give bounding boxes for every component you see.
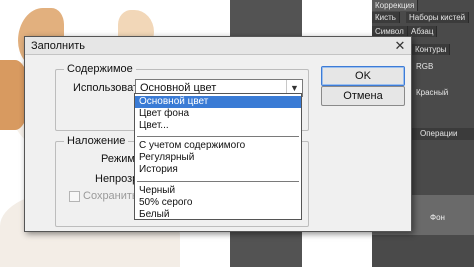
contents-legend: Содержимое	[64, 63, 136, 75]
dropdown-separator	[137, 136, 299, 137]
option-foreground-color[interactable]: Основной цвет	[135, 96, 301, 108]
option-white[interactable]: Белый	[135, 209, 301, 221]
tab-actions[interactable]: Операции	[420, 128, 457, 140]
close-icon[interactable]: ✕	[392, 38, 408, 54]
tab-paragraph[interactable]: Абзац	[408, 26, 438, 37]
option-background-color[interactable]: Цвет фона	[135, 108, 301, 120]
channel-rgb-label[interactable]: RGB	[416, 62, 474, 71]
dialog-title: Заполнить	[31, 40, 86, 52]
option-content-aware[interactable]: С учетом содержимого	[135, 140, 301, 152]
preserve-transparency-checkbox[interactable]	[69, 191, 80, 202]
option-50-gray[interactable]: 50% серого	[135, 197, 301, 209]
option-history[interactable]: История	[135, 164, 301, 176]
tab-adjustments[interactable]: Коррекция	[372, 0, 419, 11]
option-black[interactable]: Черный	[135, 185, 301, 197]
tab-brush[interactable]: Кисть	[372, 12, 400, 23]
use-dropdown-list: Основной цвет Цвет фона Цвет... С учетом…	[134, 93, 302, 220]
tab-paths[interactable]: Контуры	[412, 44, 451, 55]
option-pattern[interactable]: Регулярный	[135, 152, 301, 164]
mode-label: Режим:	[101, 153, 138, 165]
option-color[interactable]: Цвет...	[135, 120, 301, 132]
ok-button[interactable]: OK	[321, 66, 405, 86]
blending-legend: Наложение	[64, 135, 129, 147]
cancel-button[interactable]: Отмена	[321, 86, 405, 106]
channel-red-label[interactable]: Красный	[416, 88, 474, 97]
tab-brush-presets[interactable]: Наборы кистей	[406, 12, 470, 23]
layer-name: Фон	[430, 213, 445, 222]
dropdown-separator	[137, 181, 299, 182]
dialog-titlebar[interactable]: Заполнить ✕	[25, 37, 411, 55]
